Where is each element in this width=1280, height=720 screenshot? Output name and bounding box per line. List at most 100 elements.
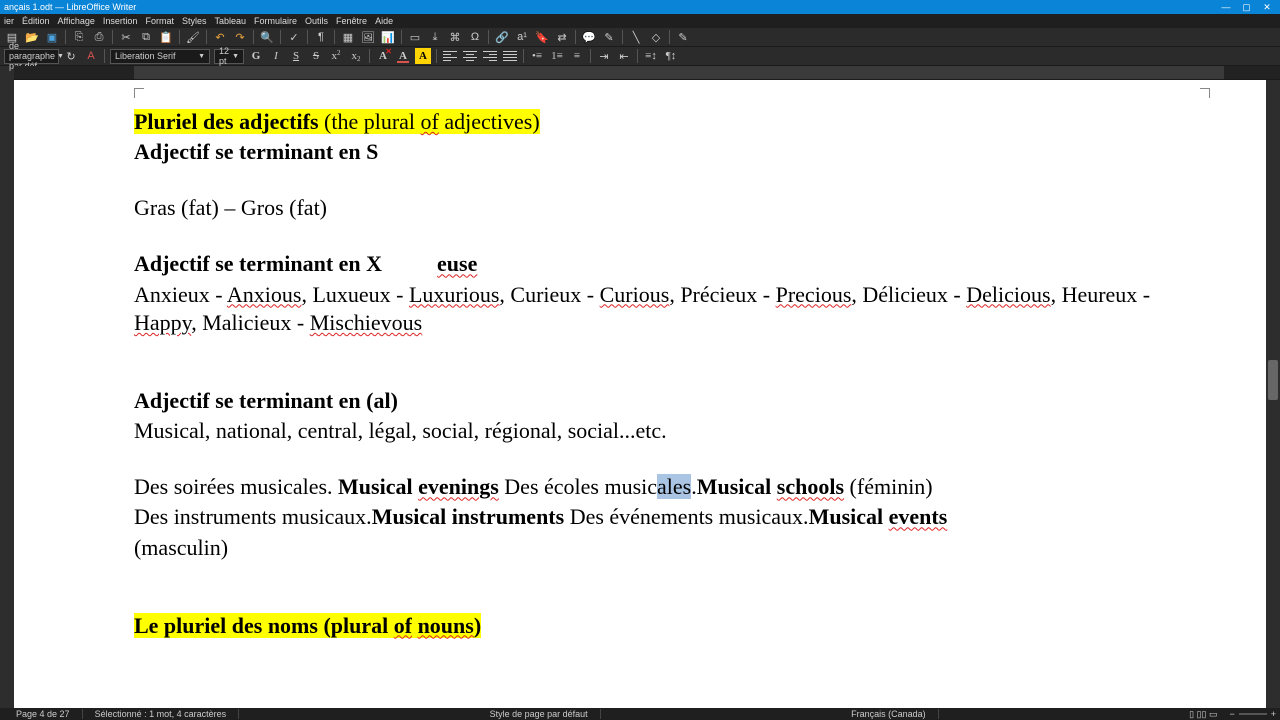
doc-text: (the plural — [324, 109, 421, 134]
line-icon[interactable]: ╲ — [628, 29, 644, 45]
menu-item[interactable]: Formulaire — [254, 16, 297, 26]
print-icon[interactable]: ⎙ — [91, 29, 107, 45]
doc-text: Adjectif se terminant en (al) — [134, 388, 398, 413]
zoom-in-button[interactable]: + — [1271, 709, 1276, 719]
new-style-icon[interactable]: A — [83, 48, 99, 64]
increase-indent-button[interactable]: ⇥ — [596, 48, 612, 64]
doc-text: Des événements musicaux. — [564, 504, 808, 529]
window-title: ançais 1.odt — LibreOffice Writer — [4, 2, 136, 12]
view-book-icon[interactable]: ▭ — [1209, 709, 1218, 719]
paragraph-style-combo[interactable]: de paragraphe par déf ▼ — [4, 49, 59, 64]
underline-button[interactable]: S — [288, 48, 304, 64]
chart-icon[interactable]: 📊 — [380, 29, 396, 45]
field-icon[interactable]: ⌘ — [447, 29, 463, 45]
doc-text: , Précieux - — [669, 282, 775, 307]
paste-icon[interactable]: 📋 — [158, 29, 174, 45]
strikethrough-button[interactable]: S — [308, 48, 324, 64]
update-style-icon[interactable]: ↻ — [63, 48, 79, 64]
cut-icon[interactable]: ✂ — [118, 29, 134, 45]
copy-icon[interactable]: ⧉ — [138, 29, 154, 45]
nonprinting-icon[interactable]: ¶ — [313, 29, 329, 45]
highlight-button[interactable]: A — [415, 48, 431, 64]
language-indicator[interactable]: Français (Canada) — [839, 709, 939, 719]
track-changes-icon[interactable]: ✎ — [601, 29, 617, 45]
doc-text: Musical, national, central, légal, socia… — [134, 418, 667, 443]
menu-item[interactable]: Fenêtre — [336, 16, 367, 26]
shapes-icon[interactable]: ◇ — [648, 29, 664, 45]
number-list-button[interactable]: 1≡ — [549, 48, 565, 64]
subscript-button[interactable]: x2 — [348, 48, 364, 64]
draw-icon[interactable]: ✎ — [675, 29, 691, 45]
image-icon[interactable]: 🖼 — [360, 29, 376, 45]
menu-item[interactable]: Aide — [375, 16, 393, 26]
special-char-icon[interactable]: Ω — [467, 29, 483, 45]
scrollbar-thumb[interactable] — [1268, 360, 1278, 400]
decrease-indent-button[interactable]: ⇤ — [616, 48, 632, 64]
align-left-button[interactable] — [442, 48, 458, 64]
textbox-icon[interactable]: ▭ — [407, 29, 423, 45]
spellcheck-icon[interactable]: ✓ — [286, 29, 302, 45]
zoom-out-button[interactable]: − — [1229, 709, 1234, 719]
page-style-indicator[interactable]: Style de page par défaut — [478, 709, 601, 719]
doc-text: , Luxueux - — [301, 282, 409, 307]
view-multi-page-icon[interactable]: ▯▯ — [1197, 709, 1207, 719]
doc-text: , Curieux - — [499, 282, 599, 307]
horizontal-ruler[interactable] — [0, 66, 1280, 80]
page-break-icon[interactable]: ⤓ — [427, 29, 443, 45]
hyperlink-icon[interactable]: 🔗 — [494, 29, 510, 45]
footnote-icon[interactable]: a¹ — [514, 29, 530, 45]
cross-ref-icon[interactable]: ⇄ — [554, 29, 570, 45]
menu-item[interactable]: ier — [4, 16, 14, 26]
maximize-button[interactable]: ▢ — [1237, 2, 1255, 13]
italic-button[interactable]: I — [268, 48, 284, 64]
doc-text: Anxieux - — [134, 282, 227, 307]
menu-item[interactable]: Insertion — [103, 16, 138, 26]
clone-format-icon[interactable]: 🖌 — [185, 29, 201, 45]
font-color-button[interactable]: A — [395, 48, 411, 64]
font-size-combo[interactable]: 12 pt ▼ — [214, 49, 244, 64]
doc-text: Curious — [600, 282, 670, 307]
vertical-ruler[interactable] — [0, 80, 14, 708]
menu-item[interactable]: Styles — [182, 16, 207, 26]
export-pdf-icon[interactable]: ⎘ — [71, 29, 87, 45]
minimize-button[interactable]: — — [1217, 2, 1235, 12]
doc-text: of — [394, 613, 412, 638]
close-button[interactable]: ✕ — [1258, 2, 1276, 13]
align-center-button[interactable] — [462, 48, 478, 64]
find-icon[interactable]: 🔍 — [259, 29, 275, 45]
superscript-button[interactable]: x2 — [328, 48, 344, 64]
outline-button[interactable]: ≡ — [569, 48, 585, 64]
menu-item[interactable]: Édition — [22, 16, 50, 26]
clear-format-button[interactable]: A✕ — [375, 48, 391, 64]
document-page[interactable]: Pluriel des adjectifs (the plural of adj… — [14, 80, 1266, 708]
doc-text: euse — [437, 251, 477, 276]
zoom-slider[interactable] — [1239, 713, 1267, 715]
bold-button[interactable]: G — [248, 48, 264, 64]
comment-icon[interactable]: 💬 — [581, 29, 597, 45]
bullet-list-button[interactable]: •≡ — [529, 48, 545, 64]
menu-item[interactable]: Affichage — [58, 16, 95, 26]
align-justify-button[interactable] — [502, 48, 518, 64]
doc-text: ) — [474, 613, 481, 638]
doc-text: Des écoles music — [499, 474, 657, 499]
menu-item[interactable]: Outils — [305, 16, 328, 26]
status-bar: Page 4 de 27 Sélectionné : 1 mot, 4 cara… — [0, 708, 1280, 720]
doc-text: Mischievous — [310, 310, 422, 335]
line-spacing-button[interactable]: ≡↕ — [643, 48, 659, 64]
vertical-scrollbar[interactable] — [1266, 80, 1280, 708]
font-name-combo[interactable]: Liberation Serif ▼ — [110, 49, 210, 64]
doc-text: Musical — [697, 474, 777, 499]
document-content[interactable]: Pluriel des adjectifs (the plural of adj… — [134, 108, 1210, 642]
table-icon[interactable]: ▦ — [340, 29, 356, 45]
menu-item[interactable]: Tableau — [214, 16, 246, 26]
doc-text: Pluriel des adjectifs — [134, 109, 324, 134]
page-indicator[interactable]: Page 4 de 27 — [4, 709, 83, 719]
para-spacing-button[interactable]: ¶↕ — [663, 48, 679, 64]
redo-icon[interactable]: ↷ — [232, 29, 248, 45]
doc-text: nouns — [418, 613, 474, 638]
undo-icon[interactable]: ↶ — [212, 29, 228, 45]
menu-item[interactable]: Format — [145, 16, 174, 26]
view-single-page-icon[interactable]: ▯ — [1189, 709, 1194, 719]
align-right-button[interactable] — [482, 48, 498, 64]
bookmark-icon[interactable]: 🔖 — [534, 29, 550, 45]
